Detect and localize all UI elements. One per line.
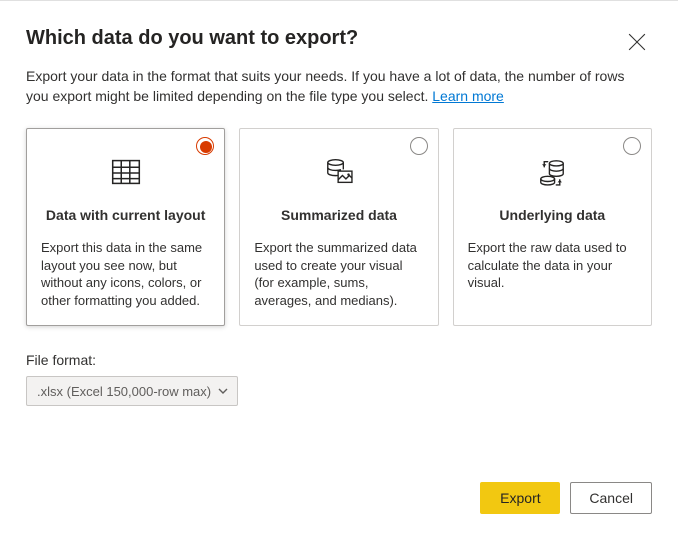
option-title: Summarized data [254,207,423,223]
option-description: Export the raw data used to calculate th… [468,239,637,292]
dialog-title: Which data do you want to export? [26,27,358,50]
radio-selected-icon [196,137,214,155]
cancel-button[interactable]: Cancel [570,482,652,514]
database-sync-icon [468,147,637,197]
description-text: Export your data in the format that suit… [26,68,624,104]
export-button[interactable]: Export [480,482,560,514]
file-format-label: File format: [26,352,652,368]
option-description: Export this data in the same layout you … [41,239,210,309]
option-summarized-data[interactable]: Summarized data Export the summarized da… [239,128,438,326]
export-data-dialog: Which data do you want to export? Export… [0,0,678,536]
table-icon [41,147,210,197]
close-icon [628,33,646,51]
export-options: Data with current layout Export this dat… [26,128,652,326]
file-format-value: .xlsx (Excel 150,000-row max) [37,384,211,399]
option-title: Data with current layout [41,207,210,223]
dialog-description: Export your data in the format that suit… [26,67,646,106]
option-data-current-layout[interactable]: Data with current layout Export this dat… [26,128,225,326]
close-button[interactable] [622,27,652,61]
option-underlying-data[interactable]: Underlying data Export the raw data used… [453,128,652,326]
option-description: Export the summarized data used to creat… [254,239,423,309]
chevron-down-icon [217,385,229,397]
file-format-select[interactable]: .xlsx (Excel 150,000-row max) [26,376,238,406]
radio-unselected-icon [623,137,641,155]
dialog-footer: Export Cancel [480,482,652,514]
database-picture-icon [254,147,423,197]
option-title: Underlying data [468,207,637,223]
dialog-header: Which data do you want to export? [26,21,652,61]
radio-unselected-icon [410,137,428,155]
learn-more-link[interactable]: Learn more [432,88,504,104]
